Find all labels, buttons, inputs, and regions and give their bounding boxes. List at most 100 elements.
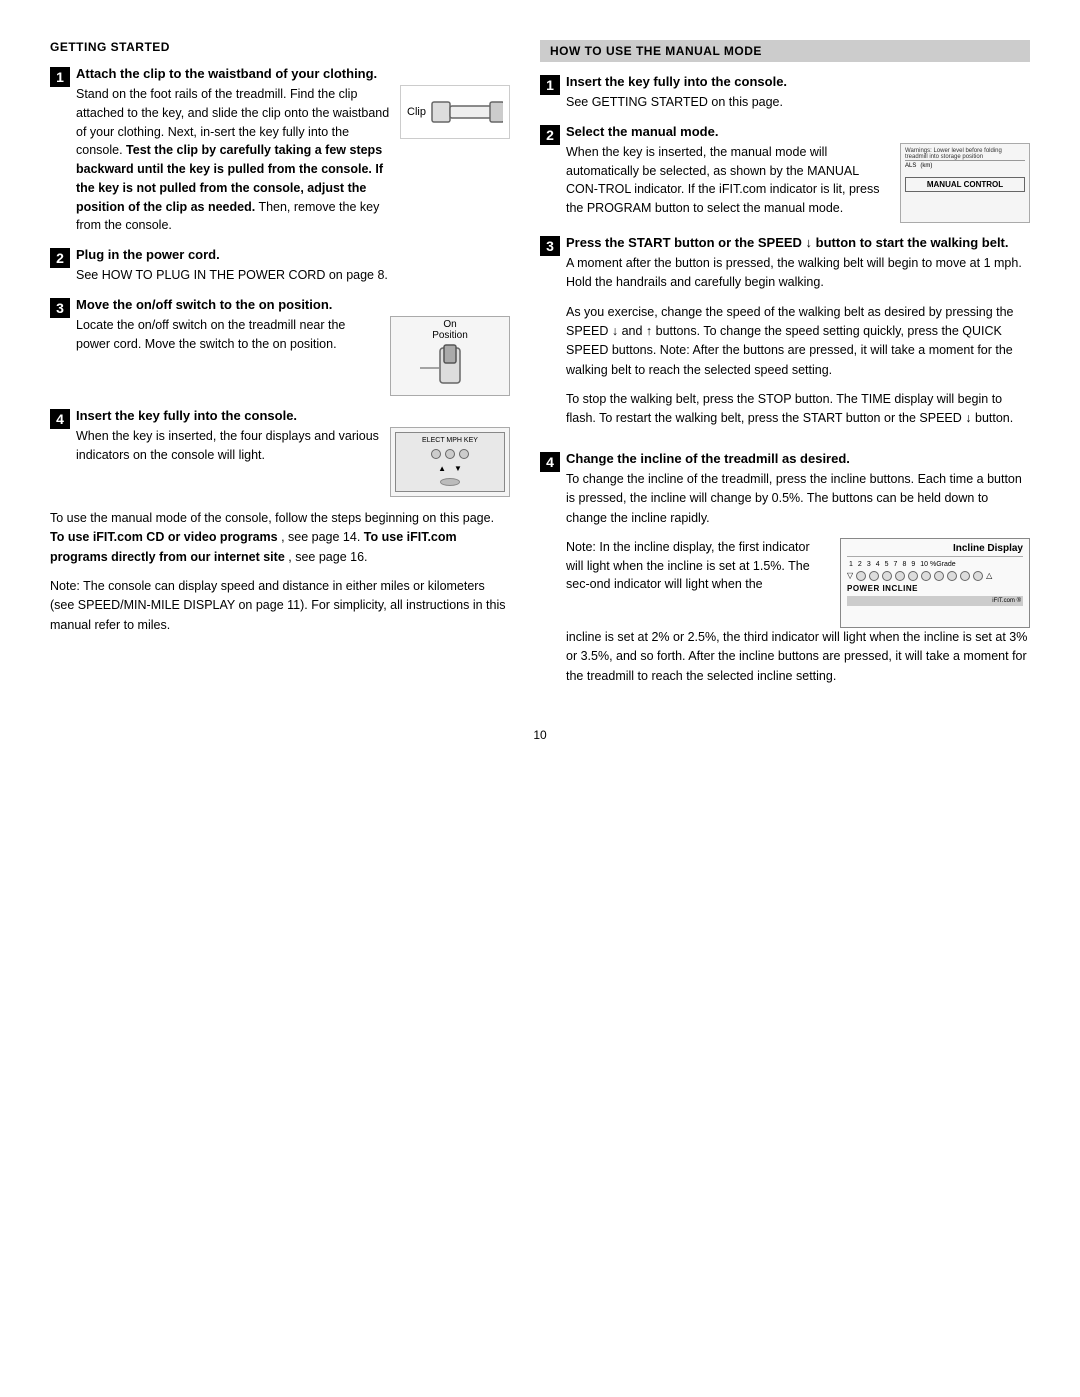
incline-arrow-down: ▽: [847, 571, 853, 580]
right-step-3-para3: To stop the walking belt, press the STOP…: [566, 390, 1030, 429]
step-1-content: Attach the clip to the waistband of your…: [76, 66, 510, 235]
step-number-2: 2: [50, 248, 70, 268]
right-column: HOW TO USE THE MANUAL MODE 1 Insert the …: [540, 40, 1030, 708]
num-7: 8: [902, 561, 906, 568]
power-incline-label: POWER INCLINE: [847, 584, 1023, 593]
on-label: OnPosition: [432, 319, 468, 341]
num-8: 9: [911, 561, 915, 568]
step-3-content: Move the on/off switch to the on positio…: [76, 297, 510, 396]
note-text: Note: The console can display speed and …: [50, 577, 510, 635]
step-number-1: 1: [50, 67, 70, 87]
arrow-down: ▼: [454, 464, 462, 473]
num-1: 1: [849, 561, 853, 568]
right-step-number-4: 4: [540, 452, 560, 472]
on-position-image: OnPosition: [390, 316, 510, 396]
right-step-4-para2: incline is set at 2% or 2.5%, the third …: [566, 628, 1030, 686]
incline-dot-7: [934, 571, 944, 581]
right-step-2: 2 Select the manual mode. When the key i…: [540, 124, 1030, 223]
incline-dot-10: [973, 571, 983, 581]
arrow-up: ▲: [438, 464, 446, 473]
right-step-4-para1: To change the incline of the treadmill, …: [566, 470, 1030, 528]
km-label: (km): [920, 163, 932, 169]
num-2: 2: [858, 561, 862, 568]
console-image: ELECT MPH KEY ▲ ▼: [390, 427, 510, 497]
manual-indicators: ALS (km): [905, 163, 1025, 169]
step-number-4: 4: [50, 409, 70, 429]
bottom-text-3-rest: , see page 16.: [288, 550, 367, 564]
step-4-body: When the key is inserted, the four displ…: [76, 427, 510, 497]
right-step-2-body: When the key is inserted, the manual mod…: [566, 143, 1030, 223]
incline-display-title: Incline Display: [847, 543, 1023, 557]
console-row-1: [431, 449, 469, 459]
right-step-3-para1: A moment after the button is pressed, th…: [566, 254, 1030, 293]
console-circle-3: [459, 449, 469, 459]
left-step-3: 3 Move the on/off switch to the on posit…: [50, 297, 510, 396]
incline-dot-6: [921, 571, 931, 581]
clip-svg: [430, 92, 503, 132]
bottom-text-2-bold: To use iFIT.com CD or video programs: [50, 530, 278, 544]
right-step-1-text: See GETTING STARTED on this page.: [566, 93, 1030, 112]
num-9: 10 %Grade: [920, 561, 955, 568]
right-step-2-content: Select the manual mode. When the key is …: [566, 124, 1030, 223]
incline-numbers: 1 2 3 4 5 7 8 9 10 %Grade: [847, 561, 1023, 568]
als-label: ALS: [905, 163, 916, 169]
incline-dot-2: [869, 571, 879, 581]
step-4-content: Insert the key fully into the console. W…: [76, 408, 510, 497]
console-circle-1: [431, 449, 441, 459]
right-step-number-2: 2: [540, 125, 560, 145]
getting-started-heading: GETTING STARTED: [50, 40, 510, 54]
right-step-3: 3 Press the START button or the SPEED ↓ …: [540, 235, 1030, 439]
manual-control-label: MANUAL CONTROL: [905, 177, 1025, 192]
console-key-slot: [440, 478, 460, 486]
incline-dot-4: [895, 571, 905, 581]
bottom-text-1: To use the manual mode of the console, f…: [50, 509, 510, 567]
num-6: 7: [894, 561, 898, 568]
incline-dot-3: [882, 571, 892, 581]
manual-header: Warnings: Lower level before folding tre…: [905, 148, 1025, 161]
incline-dot-1: [856, 571, 866, 581]
clip-diagram: Clip: [407, 92, 503, 132]
num-4: 4: [876, 561, 880, 568]
step-4-text: When the key is inserted, the four displ…: [76, 427, 380, 465]
incline-dot-5: [908, 571, 918, 581]
right-step-number-1: 1: [540, 75, 560, 95]
page-number: 10: [50, 728, 1030, 742]
left-column: GETTING STARTED 1 Attach the clip to the…: [50, 40, 510, 708]
step-1-text: Stand on the foot rails of the treadmill…: [76, 85, 390, 235]
clip-image: Clip: [400, 85, 510, 139]
right-step-1-title: Insert the key fully into the console.: [566, 74, 1030, 89]
console-circle-2: [445, 449, 455, 459]
incline-dot-9: [960, 571, 970, 581]
right-step-4-content: Change the incline of the treadmill as d…: [566, 451, 1030, 696]
step-3-text: Locate the on/off switch on the treadmil…: [76, 316, 380, 354]
right-step-4-note: Note: In the incline display, the first …: [566, 538, 830, 594]
console-label: ELECT MPH KEY: [422, 437, 478, 444]
right-step-3-title: Press the START button or the SPEED ↓ bu…: [566, 235, 1030, 250]
step-number-3: 3: [50, 298, 70, 318]
right-step-1-content: Insert the key fully into the console. S…: [566, 74, 1030, 112]
right-step-4-title: Change the incline of the treadmill as d…: [566, 451, 1030, 466]
manual-mode-heading: HOW TO USE THE MANUAL MODE: [540, 40, 1030, 62]
right-step-1: 1 Insert the key fully into the console.…: [540, 74, 1030, 112]
left-step-1: 1 Attach the clip to the waistband of yo…: [50, 66, 510, 235]
incline-arrow-up: △: [986, 571, 992, 580]
manual-image: Warnings: Lower level before folding tre…: [900, 143, 1030, 223]
ifit-logo: iFIT.com ®: [992, 598, 1021, 604]
incline-dot-8: [947, 571, 957, 581]
step-1-body: Stand on the foot rails of the treadmill…: [76, 85, 510, 235]
step-4-title: Insert the key fully into the console.: [76, 408, 510, 423]
switch-svg: [410, 343, 490, 393]
incline-indicators: ▽ △: [847, 571, 1023, 581]
incline-image: Incline Display 1 2 3 4 5 7 8 9 10 %Grad…: [840, 538, 1030, 628]
num-5: 5: [885, 561, 889, 568]
right-step-4-body: Note: In the incline display, the first …: [566, 538, 1030, 628]
right-step-3-para2: As you exercise, change the speed of the…: [566, 303, 1030, 381]
console-inner: ELECT MPH KEY ▲ ▼: [395, 432, 505, 492]
step-2-content: Plug in the power cord. See HOW TO PLUG …: [76, 247, 510, 285]
right-step-number-3: 3: [540, 236, 560, 256]
console-row-2: ▲ ▼: [438, 464, 462, 473]
num-3: 3: [867, 561, 871, 568]
left-step-2: 2 Plug in the power cord. See HOW TO PLU…: [50, 247, 510, 285]
right-step-4: 4 Change the incline of the treadmill as…: [540, 451, 1030, 696]
step-1-title: Attach the clip to the waistband of your…: [76, 66, 510, 81]
